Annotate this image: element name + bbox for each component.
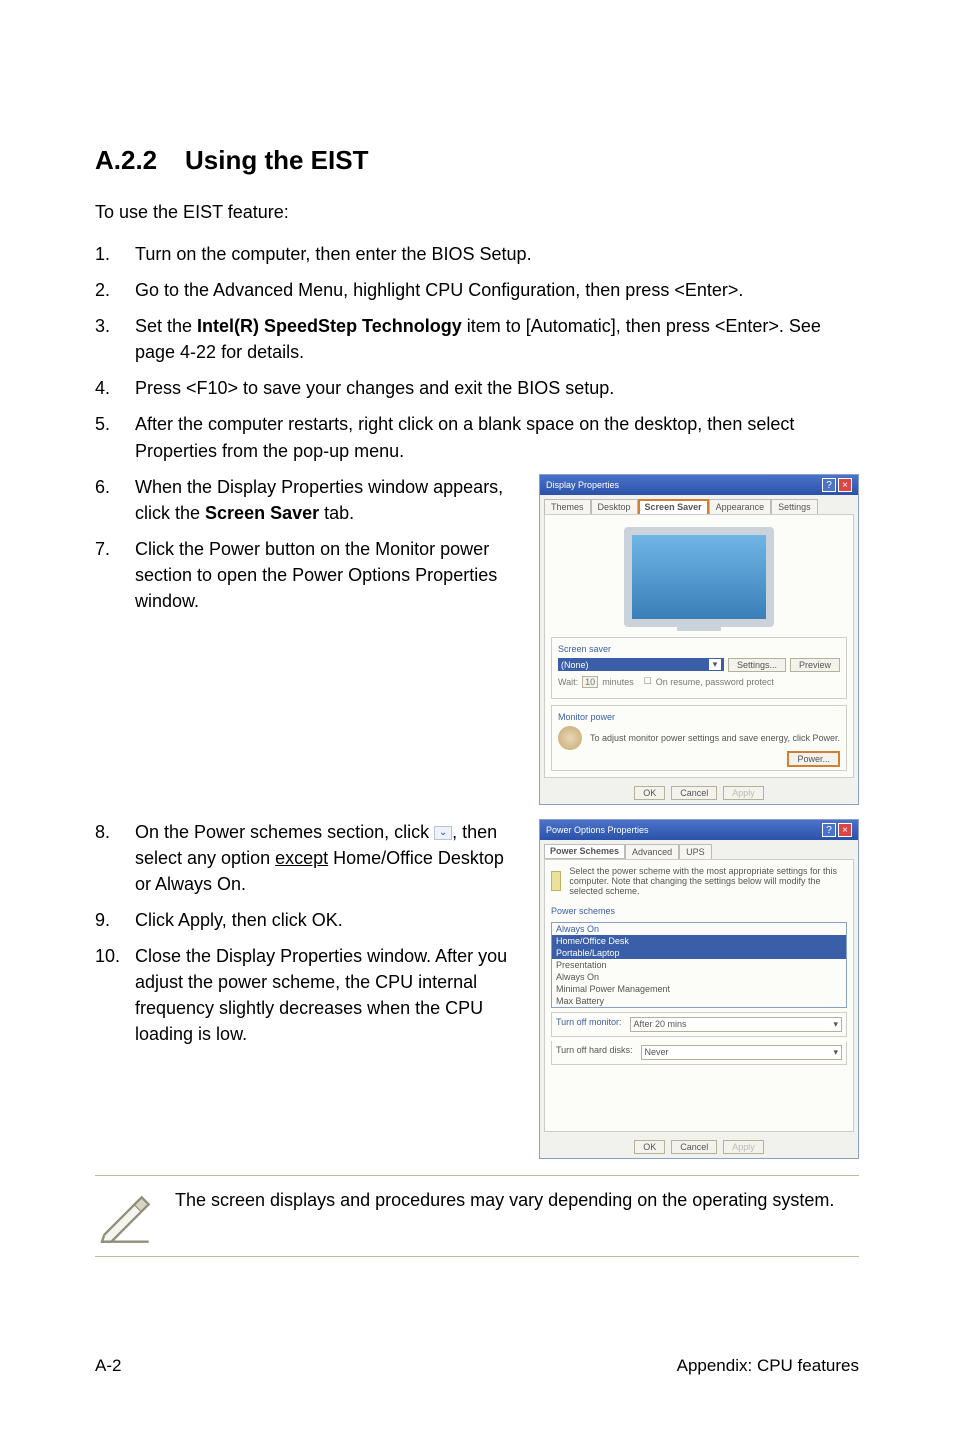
- pencil-icon: [95, 1188, 151, 1244]
- help-icon[interactable]: ?: [822, 478, 836, 492]
- tab-strip: Power Schemes Advanced UPS: [540, 840, 858, 859]
- section-title: Using the EIST: [185, 145, 368, 175]
- step-number: 6.: [95, 474, 135, 526]
- tab-settings[interactable]: Settings: [771, 499, 818, 514]
- scheme-option[interactable]: Presentation: [552, 959, 846, 971]
- step-text: After the computer restarts, right click…: [135, 411, 859, 463]
- step-number: 8.: [95, 819, 135, 897]
- group-monitor-power: Monitor power: [558, 712, 840, 722]
- chevron-down-icon: ▾: [833, 1019, 838, 1030]
- turn-off-monitor-select[interactable]: After 20 mins▾: [630, 1017, 842, 1032]
- step-number: 3.: [95, 313, 135, 365]
- resume-label: On resume, password protect: [656, 677, 774, 687]
- page-number: A-2: [95, 1356, 121, 1376]
- cancel-button[interactable]: Cancel: [671, 786, 717, 800]
- section-heading: A.2.2Using the EIST: [95, 145, 859, 176]
- scheme-option[interactable]: Always On: [552, 971, 846, 983]
- dialog-titlebar: Display Properties ?×: [540, 475, 858, 495]
- step-number: 1.: [95, 241, 135, 267]
- step-text: Close the Display Properties window. Aft…: [135, 943, 519, 1047]
- tab-advanced[interactable]: Advanced: [625, 844, 679, 859]
- minutes-label: minutes: [602, 677, 634, 687]
- ok-button[interactable]: OK: [634, 1140, 665, 1154]
- close-icon[interactable]: ×: [838, 478, 852, 492]
- display-properties-dialog: Display Properties ?× Themes Desktop Scr…: [539, 474, 859, 805]
- step-text: Turn on the computer, then enter the BIO…: [135, 241, 859, 267]
- apply-button[interactable]: Apply: [723, 1140, 764, 1154]
- note-text: The screen displays and procedures may v…: [175, 1188, 834, 1213]
- power-options-dialog: Power Options Properties ?× Power Scheme…: [539, 819, 859, 1159]
- intro-text: To use the EIST feature:: [95, 202, 859, 223]
- chevron-down-icon: ⌄: [434, 826, 452, 840]
- dialog-title: Power Options Properties: [546, 825, 649, 835]
- close-icon[interactable]: ×: [838, 823, 852, 837]
- tab-screen-saver[interactable]: Screen Saver: [638, 499, 709, 514]
- monitor-preview: [624, 527, 774, 627]
- dialog-title: Display Properties: [546, 480, 619, 490]
- step-text: On the Power schemes section, click ⌄, t…: [135, 819, 519, 897]
- step-number: 9.: [95, 907, 135, 933]
- monitor-power-text: To adjust monitor power settings and sav…: [590, 733, 840, 743]
- step-text: Go to the Advanced Menu, highlight CPU C…: [135, 277, 859, 303]
- group-power-schemes: Power schemes: [551, 902, 847, 918]
- preview-button[interactable]: Preview: [790, 658, 840, 672]
- power-button[interactable]: Power...: [787, 751, 840, 767]
- cancel-button[interactable]: Cancel: [671, 1140, 717, 1154]
- step-text: Click Apply, then click OK.: [135, 907, 519, 933]
- step-number: 2.: [95, 277, 135, 303]
- tab-desktop[interactable]: Desktop: [591, 499, 638, 514]
- plug-icon: [551, 871, 561, 891]
- scheme-option[interactable]: Portable/Laptop: [552, 947, 846, 959]
- turn-off-hard-disks-select[interactable]: Never▾: [641, 1045, 842, 1060]
- page-section: Appendix: CPU features: [677, 1356, 859, 1376]
- tab-appearance[interactable]: Appearance: [709, 499, 772, 514]
- group-screen-saver: Screen saver: [558, 644, 840, 654]
- step-number: 5.: [95, 411, 135, 463]
- tab-strip: Themes Desktop Screen Saver Appearance S…: [540, 495, 858, 514]
- screensaver-select[interactable]: (None)▾: [558, 658, 724, 671]
- turn-off-monitor-label: Turn off monitor:: [556, 1017, 622, 1032]
- dialog-titlebar: Power Options Properties ?×: [540, 820, 858, 840]
- chevron-down-icon: ▾: [709, 659, 721, 670]
- tab-ups[interactable]: UPS: [679, 844, 712, 859]
- chevron-down-icon: ▾: [833, 1047, 838, 1058]
- scheme-option[interactable]: Minimal Power Management: [552, 983, 846, 995]
- scheme-current: Always On: [552, 923, 846, 935]
- settings-button[interactable]: Settings...: [728, 658, 786, 672]
- help-icon[interactable]: ?: [822, 823, 836, 837]
- step-text: When the Display Properties window appea…: [135, 474, 519, 526]
- step-text: Set the Intel(R) SpeedStep Technology it…: [135, 313, 859, 365]
- power-schemes-description: Select the power scheme with the most ap…: [569, 866, 847, 896]
- scheme-option[interactable]: Home/Office Desk: [552, 935, 846, 947]
- tab-power-schemes[interactable]: Power Schemes: [544, 844, 625, 859]
- step-text: Click the Power button on the Monitor po…: [135, 536, 519, 614]
- apply-button[interactable]: Apply: [723, 786, 764, 800]
- power-schemes-dropdown[interactable]: Always On Home/Office Desk Portable/Lapt…: [551, 922, 847, 1008]
- step-text: Press <F10> to save your changes and exi…: [135, 375, 859, 401]
- note-box: The screen displays and procedures may v…: [95, 1175, 859, 1257]
- step-number: 4.: [95, 375, 135, 401]
- power-icon: [558, 726, 582, 750]
- scheme-option[interactable]: Max Battery: [552, 995, 846, 1007]
- turn-off-hard-disks-label: Turn off hard disks:: [556, 1045, 633, 1060]
- ok-button[interactable]: OK: [634, 786, 665, 800]
- step-number: 7.: [95, 536, 135, 614]
- wait-label: Wait:: [558, 677, 578, 687]
- step-number: 10.: [95, 943, 135, 1047]
- tab-themes[interactable]: Themes: [544, 499, 591, 514]
- section-number: A.2.2: [95, 145, 185, 176]
- wait-value[interactable]: 10: [582, 676, 598, 688]
